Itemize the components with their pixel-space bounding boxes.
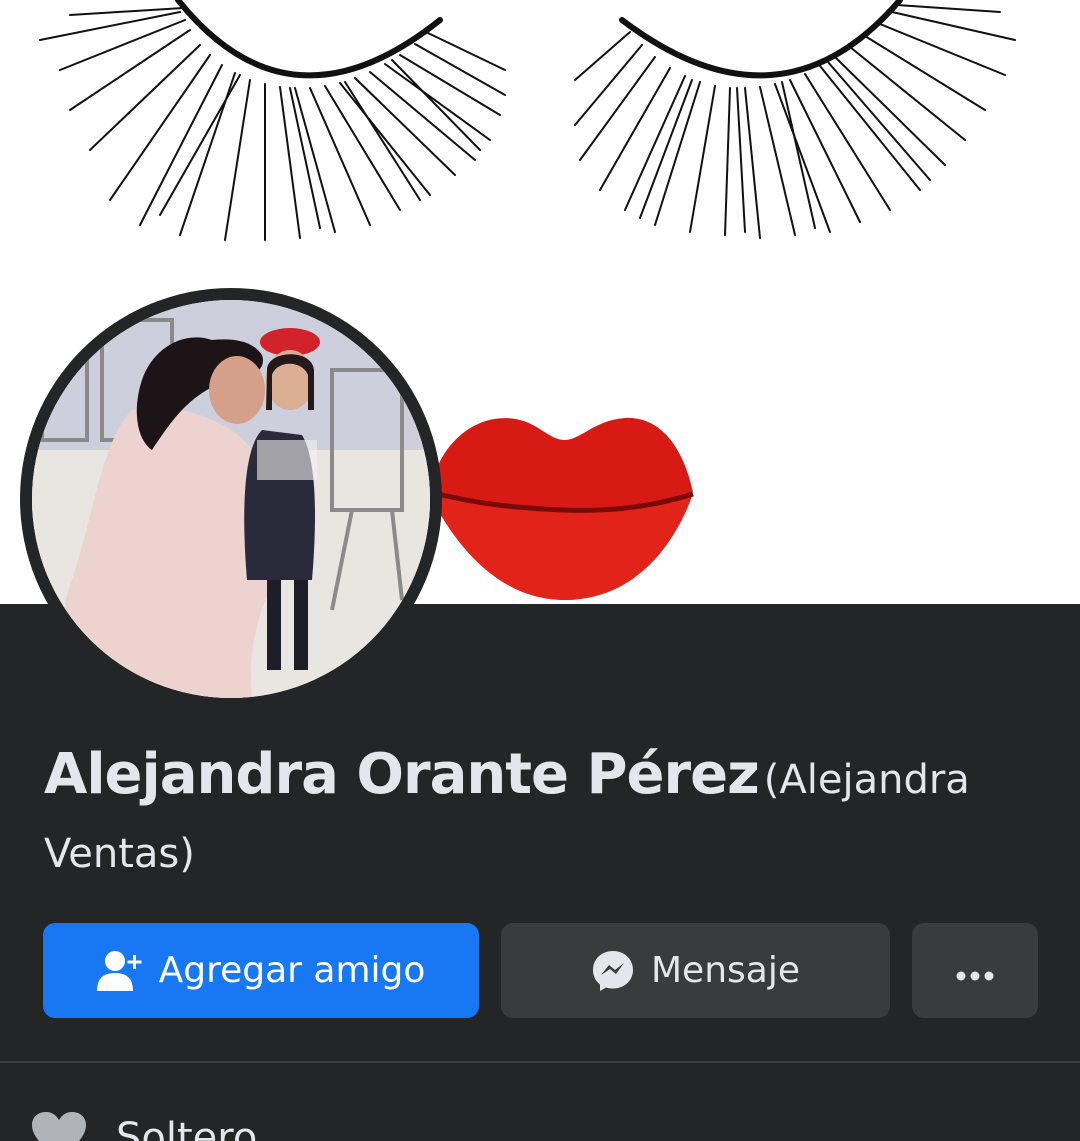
left-eyelash <box>39 0 506 241</box>
profile-name: Alejandra Orante Pérez (Alejandra Ventas… <box>44 742 1044 895</box>
message-button[interactable]: Mensaje <box>501 923 890 1018</box>
alternate-name-continued: Ventas) <box>44 831 195 877</box>
relationship-status-row: Soltero <box>32 1108 257 1141</box>
ellipsis-icon <box>955 950 995 991</box>
red-lips <box>428 417 694 600</box>
add-friend-icon <box>96 949 143 993</box>
section-divider <box>0 1061 1080 1063</box>
profile-page: Alejandra Orante Pérez (Alejandra Ventas… <box>0 0 1080 1141</box>
profile-picture[interactable] <box>32 300 430 698</box>
messenger-icon <box>591 949 635 993</box>
relationship-status-label: Soltero <box>116 1115 258 1141</box>
full-name: Alejandra Orante Pérez <box>44 742 760 807</box>
alternate-name: (Alejandra <box>763 757 970 803</box>
add-friend-label: Agregar amigo <box>158 950 426 991</box>
message-label: Mensaje <box>651 950 800 991</box>
right-eyelash <box>574 0 1016 239</box>
profile-picture-ring <box>20 288 442 710</box>
more-options-button[interactable] <box>912 923 1038 1018</box>
add-friend-button[interactable]: Agregar amigo <box>43 923 479 1018</box>
profile-photo-illustration <box>32 300 430 698</box>
heart-icon <box>32 1112 86 1141</box>
